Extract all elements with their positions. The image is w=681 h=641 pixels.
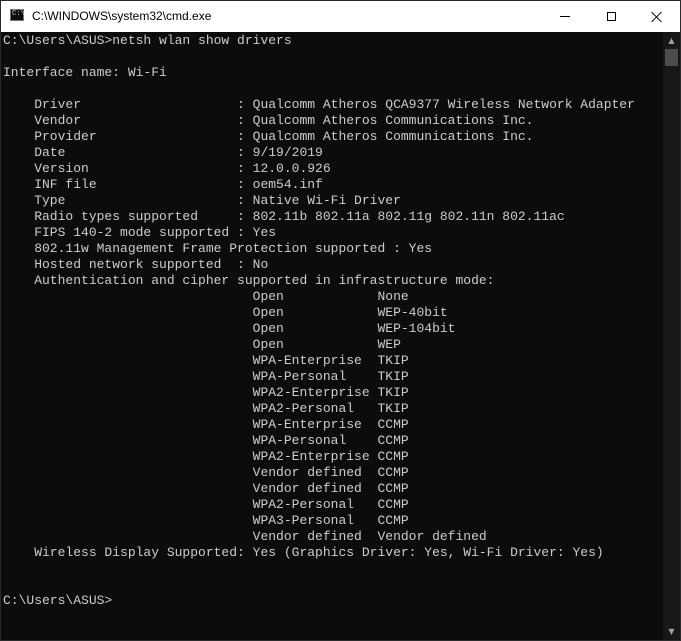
scroll-up-icon[interactable]: ▲ (663, 32, 680, 49)
console-line: WPA-Enterprise CCMP (3, 417, 409, 432)
console-line: Type : Native Wi-Fi Driver (3, 193, 401, 208)
console-line: C:\Users\ASUS> (3, 593, 113, 608)
maximize-icon (606, 12, 616, 21)
console-line: Open WEP (3, 337, 401, 352)
console-line: WPA2-Enterprise CCMP (3, 449, 409, 464)
console-line: Radio types supported : 802.11b 802.11a … (3, 209, 565, 224)
console-line: Version : 12.0.0.926 (3, 161, 331, 176)
console-line: WPA-Personal TKIP (3, 369, 409, 384)
vertical-scrollbar[interactable]: ▲ ▼ (663, 32, 680, 640)
console-line: FIPS 140-2 mode supported : Yes (3, 225, 277, 240)
scroll-down-icon[interactable]: ▼ (663, 623, 680, 640)
maximize-button[interactable] (588, 1, 634, 32)
close-button[interactable] (634, 1, 680, 32)
console-line: Open WEP-104bit (3, 321, 456, 336)
console-output[interactable]: C:\Users\ASUS>netsh wlan show drivers Int… (1, 32, 663, 640)
console-line: Wireless Display Supported: Yes (Graphic… (3, 545, 604, 560)
title-bar[interactable]: C:\ C:\WINDOWS\system32\cmd.exe (1, 1, 680, 32)
console-line: WPA-Enterprise TKIP (3, 353, 409, 368)
console-line: Date : 9/19/2019 (3, 145, 323, 160)
console-line: WPA2-Personal CCMP (3, 497, 409, 512)
cmd-console-icon[interactable]: C:\ (10, 9, 25, 21)
scrollbar-thumb[interactable] (665, 49, 678, 66)
console-line: C:\Users\ASUS>netsh wlan show drivers (3, 33, 292, 48)
console-line: Authentication and cipher supported in i… (3, 273, 495, 288)
cmd-window: C:\ C:\WINDOWS\system32\cmd.exe C:\Users… (0, 0, 681, 641)
close-icon (651, 11, 663, 23)
minimize-button[interactable] (542, 1, 588, 32)
console-line: WPA-Personal CCMP (3, 433, 409, 448)
console-line: Provider : Qualcomm Atheros Communicatio… (3, 129, 534, 144)
window-title: C:\WINDOWS\system32\cmd.exe (32, 9, 212, 23)
console-line: WPA2-Enterprise TKIP (3, 385, 409, 400)
console-line: Vendor defined CCMP (3, 465, 409, 480)
console-line: Vendor defined CCMP (3, 481, 409, 496)
console-line: Vendor : Qualcomm Atheros Communications… (3, 113, 534, 128)
console-line: Open None (3, 289, 409, 304)
console-line: Hosted network supported : No (3, 257, 269, 272)
console-line: Open WEP-40bit (3, 305, 448, 320)
console-line: Driver : Qualcomm Atheros QCA9377 Wirele… (3, 97, 635, 112)
console-line: Vendor defined Vendor defined (3, 529, 487, 544)
minimize-icon (560, 16, 570, 17)
console-line: WPA3-Personal CCMP (3, 513, 409, 528)
cmd-icon-glyph: C:\ (12, 10, 25, 18)
console-line: Interface name: Wi-Fi (3, 65, 167, 80)
console-line: INF file : oem54.inf (3, 177, 323, 192)
console-line: WPA2-Personal TKIP (3, 401, 409, 416)
console-line: 802.11w Management Frame Protection supp… (3, 241, 433, 256)
